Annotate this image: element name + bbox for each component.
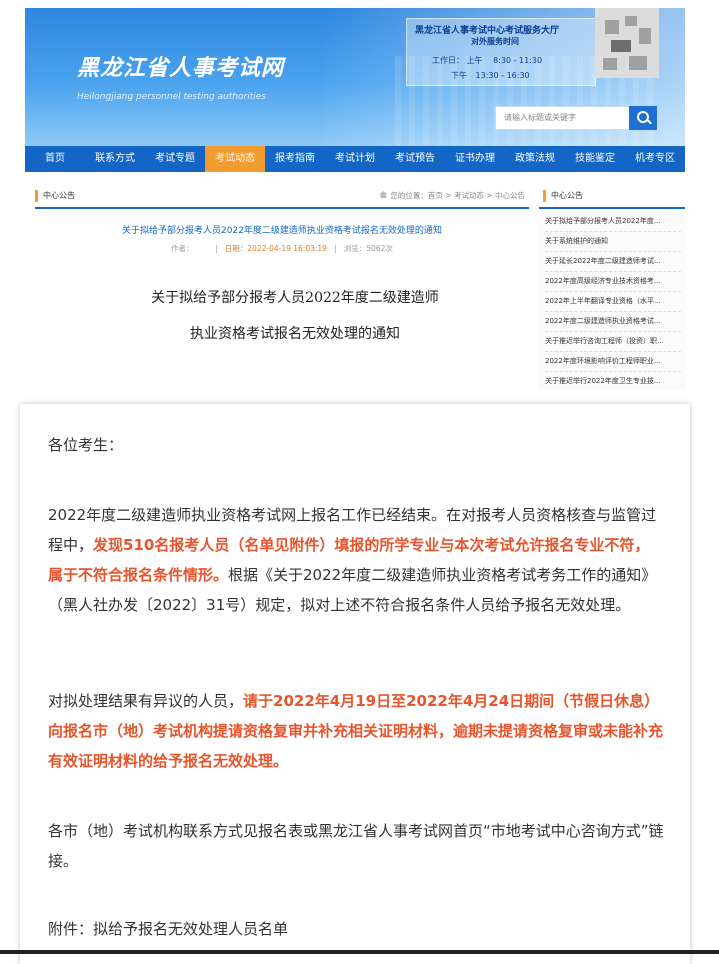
sidebar-link[interactable]: 关于推迟举行2022年度卫生专业技... (545, 372, 681, 390)
pm-time: 13:30 - 16:30 (475, 71, 530, 80)
sidebar-link[interactable]: 2022年度二级建造师执业资格考试... (545, 312, 681, 332)
am-label: 上午 (466, 56, 483, 65)
panel-heading: 中心公告 (43, 191, 75, 200)
sidebar-link[interactable]: 2022年上半年翻译专业资格（水平... (545, 292, 681, 312)
sidebar-link[interactable]: 关于拟给予部分报考人员2022年度... (545, 212, 681, 232)
search-button[interactable] (629, 106, 657, 130)
service-hours-box: 黑龙江省人事考试中心考试服务大厅 对外服务时间 工作日： 上午 8:30 - 1… (406, 18, 596, 86)
nav-item[interactable]: 首页 (25, 146, 85, 172)
service-title: 黑龙江省人事考试中心考试服务大厅 (415, 26, 560, 36)
service-hours-title: 对外服务时间 (471, 37, 519, 46)
nav-item[interactable]: 考试专题 (145, 146, 205, 172)
nav-item[interactable]: 考试动态 (205, 146, 265, 172)
main-nav: 首页 联系方式 考试专题 考试动态 报考指南 考试计划 考试预告 证书办理 政策法规 技能鉴定 机考… (25, 146, 685, 172)
paragraph-2-intro: 对拟处理结果有异议的人员， (48, 692, 244, 710)
document-title-line-2: 执业资格考试报名无效处理的通知 (190, 326, 400, 342)
paragraph-3: 各市（地）考试机构联系方式见报名表或黑龙江省人事考试网首页“市地考试中心咨询方式… (48, 822, 664, 870)
meta-separator: | (215, 244, 218, 253)
attachment-line[interactable]: 附件：拟给予报名无效处理人员名单 (48, 914, 664, 944)
meta-separator: | (334, 244, 337, 253)
meta-author: 作者： (171, 244, 194, 253)
site-banner: 黑龙江省人事考试网 Heilongjiang personnel testing… (25, 8, 685, 146)
greeting: 各位考生： (48, 436, 124, 454)
nav-item[interactable]: 机考专区 (625, 146, 685, 172)
sidebar-announcements: 中心公告 关于拟给予部分报考人员2022年度... 关于系统维护的通知 关于延长20… (539, 185, 685, 390)
notice-body-card: 各位考生： 2022年度二级建造师执业资格考试网上报名工作已经结束。在对报考人员… (20, 404, 690, 964)
am-time: 8:30 - 11:30 (493, 56, 543, 65)
home-icon (379, 191, 388, 198)
site-subtitle: Heilongjiang personnel testing authoriti… (77, 92, 266, 102)
panel-header: 中心公告 您的位置：首页 > 考试动态 > 中心公告 (35, 185, 529, 209)
sidebar-header: 中心公告 (539, 185, 685, 209)
meta-date: 日期：2022-04-19 16:03:19 (224, 244, 327, 253)
nav-item[interactable]: 联系方式 (85, 146, 145, 172)
article-meta: 作者： | 日期：2022-04-19 16:03:19 | 浏览：5062次 (35, 243, 529, 254)
sidebar-link[interactable]: 关于推迟举行咨询工程师（投资）职... (545, 332, 681, 352)
nav-item[interactable]: 技能鉴定 (565, 146, 625, 172)
sidebar-list: 关于拟给予部分报考人员2022年度... 关于系统维护的通知 关于延长2022年度二… (545, 212, 681, 390)
sidebar-link[interactable]: 关于延长2022年度二级建造师考试... (545, 252, 681, 272)
breadcrumb: 您的位置：首页 > 考试动态 > 中心公告 (379, 190, 525, 201)
service-pm-row: 下午 13:30 - 16:30 (451, 70, 530, 81)
search-box[interactable]: 请输入标题或关键字 (495, 106, 657, 130)
search-input[interactable]: 请输入标题或关键字 (504, 112, 576, 123)
document-title-line-1: 关于拟给予部分报考人员2022年度二级建造师 (151, 290, 439, 306)
meta-views: 浏览：5062次 (343, 244, 393, 253)
paragraph-1: 2022年度二级建造师执业资格考试网上报名工作已经结束。在对报考人员资格核查与监… (48, 500, 664, 620)
article-panel: 中心公告 您的位置：首页 > 考试动态 > 中心公告 关于拟给予部分报考人员20… (35, 185, 529, 390)
site-title[interactable]: 黑龙江省人事考试网 (77, 50, 284, 82)
nav-item[interactable]: 政策法规 (505, 146, 565, 172)
sidebar-link[interactable]: 关于系统维护的通知 (545, 232, 681, 252)
breadcrumb-text[interactable]: 您的位置：首页 > 考试动态 > 中心公告 (390, 191, 525, 200)
article-title: 关于拟给予部分报考人员2022年度二级建造师执业资格考试报名无效处理的通知 (122, 226, 442, 236)
sidebar-heading: 中心公告 (551, 191, 583, 200)
nav-item[interactable]: 考试计划 (325, 146, 385, 172)
pm-label: 下午 (451, 71, 467, 80)
paragraph-2: 对拟处理结果有异议的人员，请于2022年4月19日至2022年4月24日期间（节… (48, 686, 664, 776)
qr-code-image (595, 8, 659, 78)
nav-item[interactable]: 考试预告 (385, 146, 445, 172)
bottom-edge (0, 950, 719, 954)
nav-item[interactable]: 证书办理 (445, 146, 505, 172)
sidebar-link[interactable]: 2022年度高级经济专业技术资格考... (545, 272, 681, 292)
website-screenshot: 黑龙江省人事考试网 Heilongjiang personnel testing… (25, 0, 685, 390)
nav-item[interactable]: 报考指南 (265, 146, 325, 172)
weekday-label: 工作日： (432, 56, 464, 65)
service-am-row: 工作日： 上午 8:30 - 11:30 (432, 55, 542, 66)
sidebar-link[interactable]: 2022年度环境影响评价工程师职业... (545, 352, 681, 372)
